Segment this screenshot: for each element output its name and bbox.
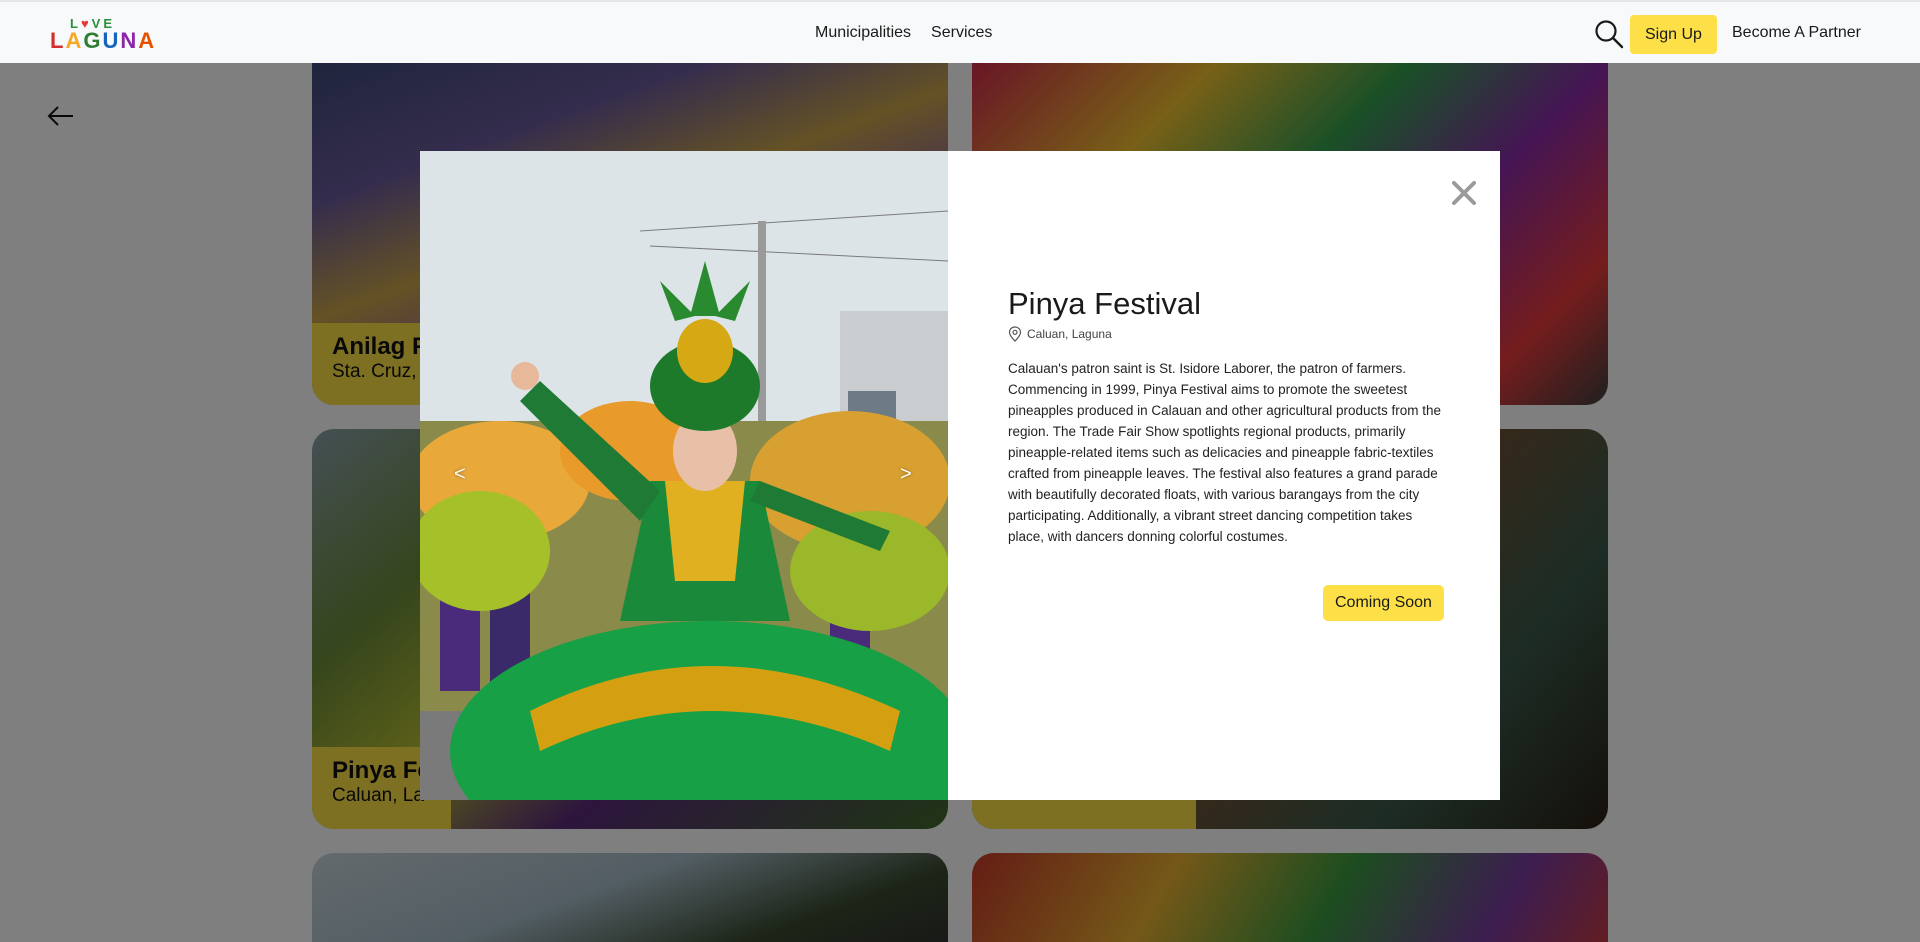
festival-location: Caluan, Laguna [1008,326,1112,342]
nav-services[interactable]: Services [931,24,992,42]
carousel-next-arrow[interactable]: > [900,463,912,486]
top-navbar: L♥VE LAGUNA Municipalities Services Sign… [0,0,1920,63]
carousel-prev-arrow[interactable]: < [454,463,466,486]
festival-details: Pinya Festival Caluan, Laguna Calauan's … [948,151,1500,800]
festival-dancer-image [420,151,948,800]
nav-municipalities[interactable]: Municipalities [815,24,911,42]
festival-location-text: Caluan, Laguna [1027,327,1112,341]
map-pin-icon [1008,326,1022,342]
sign-up-button[interactable]: Sign Up [1630,15,1717,54]
main-nav: Municipalities Services [815,24,992,42]
festival-title: Pinya Festival [1008,286,1201,321]
search-icon[interactable] [1594,19,1624,49]
coming-soon-button[interactable]: Coming Soon [1323,585,1444,621]
become-partner-link[interactable]: Become A Partner [1732,24,1861,42]
festival-modal: < > Pinya Festival Caluan, Laguna Calaua… [420,151,1500,800]
festival-photo: < > [420,151,948,800]
festival-description: Calauan's patron saint is St. Isidore La… [1008,361,1442,544]
love-laguna-logo[interactable]: L♥VE LAGUNA [50,16,154,54]
close-icon[interactable] [1448,177,1480,209]
logo-laguna-text: LAGUNA [50,28,157,53]
